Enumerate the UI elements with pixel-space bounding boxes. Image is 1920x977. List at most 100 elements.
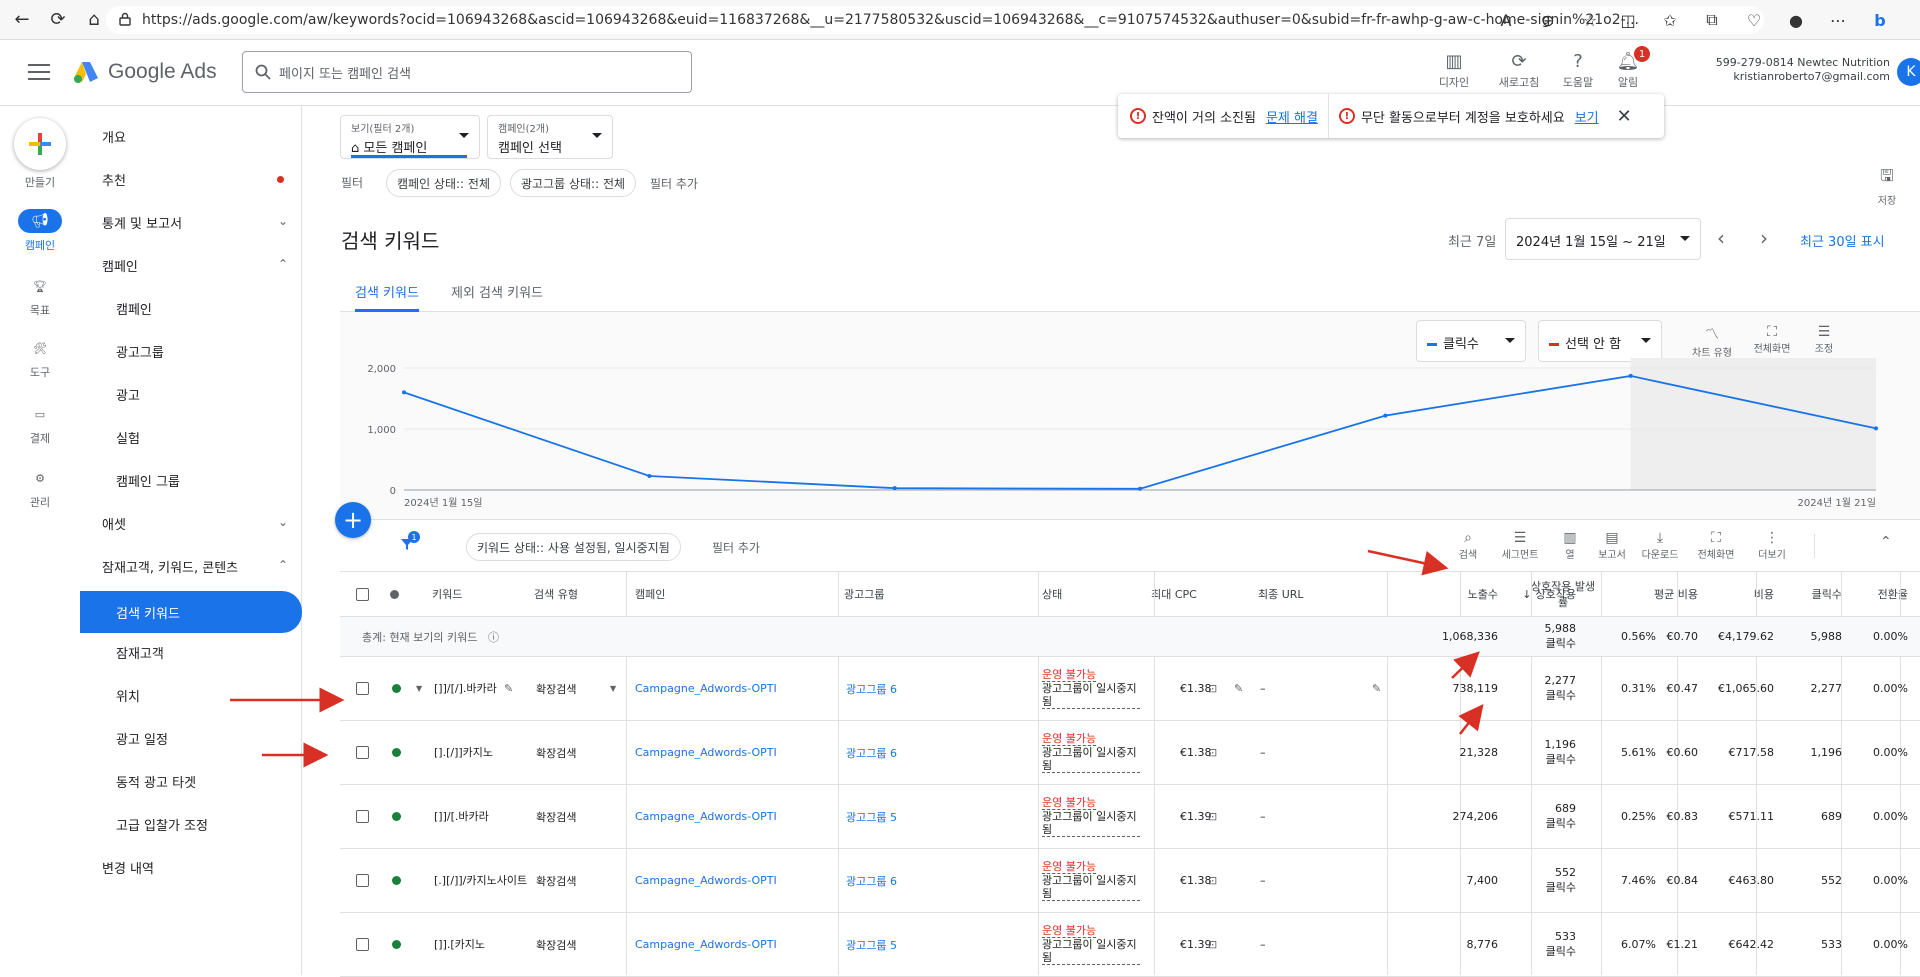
max-cpc[interactable]: €1.39 xyxy=(1180,913,1212,976)
nav-reports[interactable]: 통계 및 보고서 ⌄ xyxy=(80,204,302,240)
heart-icon[interactable]: ♡ xyxy=(1740,6,1768,34)
back-icon[interactable]: ← xyxy=(8,6,36,34)
collections-icon[interactable]: ⧉ xyxy=(1698,6,1726,34)
status-dot[interactable] xyxy=(392,849,401,912)
status-ineligible[interactable]: 운영 불가능 xyxy=(1042,860,1097,874)
segment-button[interactable]: ☰ 세그먼트 xyxy=(1492,530,1548,561)
notifications-button[interactable]: 🔔︎ 알림 1 xyxy=(1598,46,1658,90)
nav-ads[interactable]: 광고 xyxy=(80,376,302,412)
max-cpc[interactable]: €1.38 xyxy=(1180,657,1212,720)
bing-icon[interactable]: b xyxy=(1866,6,1894,34)
edit-url-icon[interactable]: ✎ xyxy=(1372,657,1381,720)
account-info[interactable]: 599-279-0814 Newtec Nutrition kristianro… xyxy=(1690,56,1890,84)
rail-item-goals[interactable]: 🏆︎ 목표 xyxy=(0,274,80,318)
date-range-picker[interactable]: 2024년 1월 15일 ~ 21일 xyxy=(1505,218,1701,260)
row-checkbox[interactable] xyxy=(356,657,369,720)
add-keyword-button[interactable]: + xyxy=(335,502,371,538)
campaign-dropdown[interactable]: 캠페인(2개) 캠페인 선택 xyxy=(487,115,613,159)
status-ineligible[interactable]: 운영 불가능 xyxy=(1042,924,1097,938)
prev-period-icon[interactable]: ‹ xyxy=(1717,226,1725,250)
nav-advanced-bid[interactable]: 고급 입찰가 조정 xyxy=(80,806,302,842)
chart-icon[interactable]: ⊡ xyxy=(1208,721,1217,784)
nav-audiences[interactable]: 잠재고객 xyxy=(80,634,302,670)
reload-icon[interactable]: ⟳ xyxy=(44,6,72,34)
create-button[interactable] xyxy=(14,118,66,170)
adgroup-link[interactable]: 광고그룹 6 xyxy=(846,657,897,720)
read-aloud-icon[interactable]: A xyxy=(1492,6,1520,34)
adgroup-link[interactable]: 광고그룹 6 xyxy=(846,849,897,912)
more-button[interactable]: ⋮ 더보기 xyxy=(1744,530,1800,561)
nav-adgroups[interactable]: 광고그룹 xyxy=(80,333,302,369)
refresh-button[interactable]: ⟳ 새로고침 xyxy=(1489,50,1549,90)
col-interaction-rate[interactable]: 상호작용 발생률 xyxy=(1528,572,1598,616)
table-fullscreen-button[interactable]: ⛶ 전체화면 xyxy=(1688,530,1744,561)
col-match-type[interactable]: 검색 유형 xyxy=(534,572,578,616)
profile-icon[interactable]: ● xyxy=(1782,6,1810,34)
campaign-link[interactable]: Campagne_Adwords-OPTI xyxy=(635,849,777,912)
keyword-text[interactable]: [.][/]]/카지노사이트 xyxy=(434,849,528,912)
keyword-text[interactable]: [].[/]]카지노 xyxy=(434,721,528,784)
tab-search-keywords[interactable]: 검색 키워드 xyxy=(355,282,419,301)
chart-icon[interactable]: ⊡ xyxy=(1208,785,1217,848)
search-input[interactable]: 페이지 또는 캠페인 검색 xyxy=(242,51,692,93)
nav-overview[interactable]: 개요 xyxy=(80,118,302,154)
status-ineligible[interactable]: 운영 불가능 xyxy=(1042,668,1097,682)
nav-dynamic-ad-targets[interactable]: 동적 광고 타겟 xyxy=(80,763,302,799)
status-dot[interactable] xyxy=(392,721,401,784)
nav-recommendations[interactable]: 추천 xyxy=(80,161,302,197)
row-checkbox[interactable] xyxy=(356,849,369,912)
nav-locations[interactable]: 위치 xyxy=(80,677,302,713)
add-filter-button[interactable]: 필터 추가 xyxy=(650,175,698,192)
collapse-icon[interactable]: ⌃ xyxy=(1880,534,1892,550)
next-period-icon[interactable]: › xyxy=(1760,226,1768,250)
nav-search-keywords[interactable]: 검색 키워드 xyxy=(80,591,302,633)
status-ineligible[interactable]: 운영 불가능 xyxy=(1042,796,1097,810)
rail-item-campaigns[interactable]: 📢︎ 캠페인 xyxy=(0,209,80,253)
col-final-url[interactable]: 최종 URL xyxy=(1258,572,1304,616)
keyword-status-chip[interactable]: 키워드 상태:: 사용 설정됨, 일시중지됨 xyxy=(466,533,681,561)
save-button[interactable]: 🖫︎ 저장 xyxy=(1870,165,1904,207)
zoom-icon[interactable]: ⊖ xyxy=(1534,6,1562,34)
col-campaign[interactable]: 캠페인 xyxy=(635,572,665,616)
google-ads-logo[interactable]: Google Ads xyxy=(72,60,217,84)
chart-icon[interactable]: ⊡ xyxy=(1208,913,1217,976)
nav-audiences-keywords[interactable]: 잠재고객, 키워드, 콘텐츠 ⌃ xyxy=(80,548,302,584)
campaign-status-chip[interactable]: 캠페인 상태:: 전체 xyxy=(386,169,501,197)
adgroup-link[interactable]: 광고그룹 5 xyxy=(846,785,897,848)
match-caret-icon[interactable]: ▼ xyxy=(610,657,616,720)
campaign-link[interactable]: Campagne_Adwords-OPTI xyxy=(635,785,777,848)
avatar[interactable]: K xyxy=(1897,58,1920,86)
col-status[interactable]: 상태 xyxy=(1042,572,1062,616)
status-dot[interactable] xyxy=(392,657,401,720)
rail-item-admin[interactable]: ⚙ 관리 xyxy=(0,466,80,510)
expand-caret-icon[interactable]: ▼ xyxy=(416,657,422,720)
row-checkbox[interactable] xyxy=(356,721,369,784)
keyword-text[interactable]: []]/[/].바카라 xyxy=(434,657,528,720)
tab-negative-keywords[interactable]: 제외 검색 키워드 xyxy=(451,282,543,301)
favorites-icon[interactable]: ✩ xyxy=(1656,6,1684,34)
fix-issue-link[interactable]: 문제 해결 xyxy=(1266,107,1318,126)
campaign-link[interactable]: Campagne_Adwords-OPTI xyxy=(635,721,777,784)
download-button[interactable]: ⤓ 다운로드 xyxy=(1632,530,1688,561)
show-30-days-link[interactable]: 최근 30일 표시 xyxy=(1800,231,1885,250)
home-icon[interactable]: ⌂ xyxy=(80,6,108,34)
col-keyword[interactable]: 키워드 xyxy=(432,572,462,616)
nav-ad-schedule[interactable]: 광고 일정 xyxy=(80,720,302,756)
col-adgroup[interactable]: 광고그룹 xyxy=(844,572,884,616)
table-add-filter[interactable]: 필터 추가 xyxy=(712,539,760,556)
adgroup-link[interactable]: 광고그룹 5 xyxy=(846,913,897,976)
row-checkbox[interactable] xyxy=(356,785,369,848)
nav-change-history[interactable]: 변경 내역 xyxy=(80,849,302,885)
split-screen-icon[interactable]: ◫ xyxy=(1614,6,1642,34)
adgroup-status-chip[interactable]: 광고그룹 상태:: 전체 xyxy=(510,169,637,197)
row-checkbox[interactable] xyxy=(356,913,369,976)
design-button[interactable]: ▥ 디자인 xyxy=(1424,50,1484,90)
view-dropdown[interactable]: 보기(필터 2개) ⌂ 모든 캠페인 xyxy=(340,115,480,159)
view-link[interactable]: 보기 xyxy=(1575,107,1599,126)
campaign-link[interactable]: Campagne_Adwords-OPTI xyxy=(635,657,777,720)
close-icon[interactable]: ✕ xyxy=(1617,106,1632,127)
campaign-link[interactable]: Campagne_Adwords-OPTI xyxy=(635,913,777,976)
keyword-text[interactable]: []]/[.바카라 xyxy=(434,785,528,848)
rail-item-tools[interactable]: 🛠︎ 도구 xyxy=(0,336,80,380)
col-cost[interactable]: 비용 xyxy=(1682,572,1774,616)
